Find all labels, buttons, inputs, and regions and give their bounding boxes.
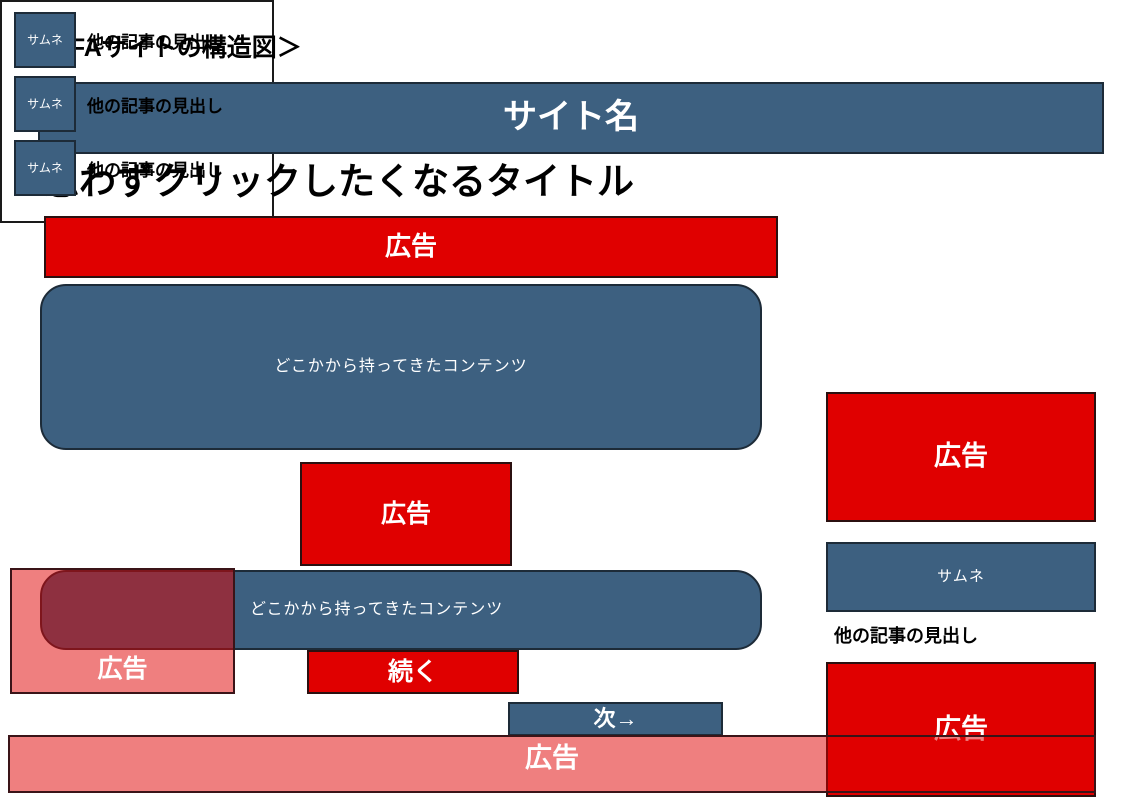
thumbnail-image: サムネ (14, 140, 76, 196)
sidebar-wide-thumbnail[interactable]: サムネ (826, 542, 1096, 612)
related-article-label: 他の記事の見出し (87, 32, 223, 52)
diagram-canvas: ＜MFAサイトの構造図＞ サイト名 思わずクリックしたくなるタイトル 広告 どこ… (0, 0, 1140, 805)
related-article-label: 他の記事の見出し (87, 160, 223, 180)
sidebar-article-caption: 他の記事の見出し (834, 626, 978, 646)
related-article-row[interactable]: サムネ 他の記事の見出し (14, 12, 256, 68)
thumbnail-image: サムネ (14, 12, 76, 68)
ad-sticky-bottom-bar[interactable]: 広告 (8, 735, 1096, 793)
related-articles-panel: サムネ 他の記事の見出し サムネ 他の記事の見出し サムネ 他の記事の見出し (0, 0, 274, 223)
ad-sidebar-top[interactable]: 広告 (826, 392, 1096, 522)
related-article-label: 他の記事の見出し (87, 96, 223, 116)
next-page-button[interactable]: 次→ (508, 702, 723, 736)
related-article-row[interactable]: サムネ 他の記事の見出し (14, 76, 256, 132)
continue-button[interactable]: 続く (307, 650, 519, 694)
ad-top-banner[interactable]: 広告 (44, 216, 778, 278)
thumbnail-image: サムネ (14, 76, 76, 132)
content-block-1: どこかから持ってきたコンテンツ (40, 284, 762, 450)
ad-mid-rectangle[interactable]: 広告 (300, 462, 512, 566)
related-article-row[interactable]: サムネ 他の記事の見出し (14, 140, 256, 196)
ad-left-overlay[interactable]: 広告 (10, 568, 235, 694)
